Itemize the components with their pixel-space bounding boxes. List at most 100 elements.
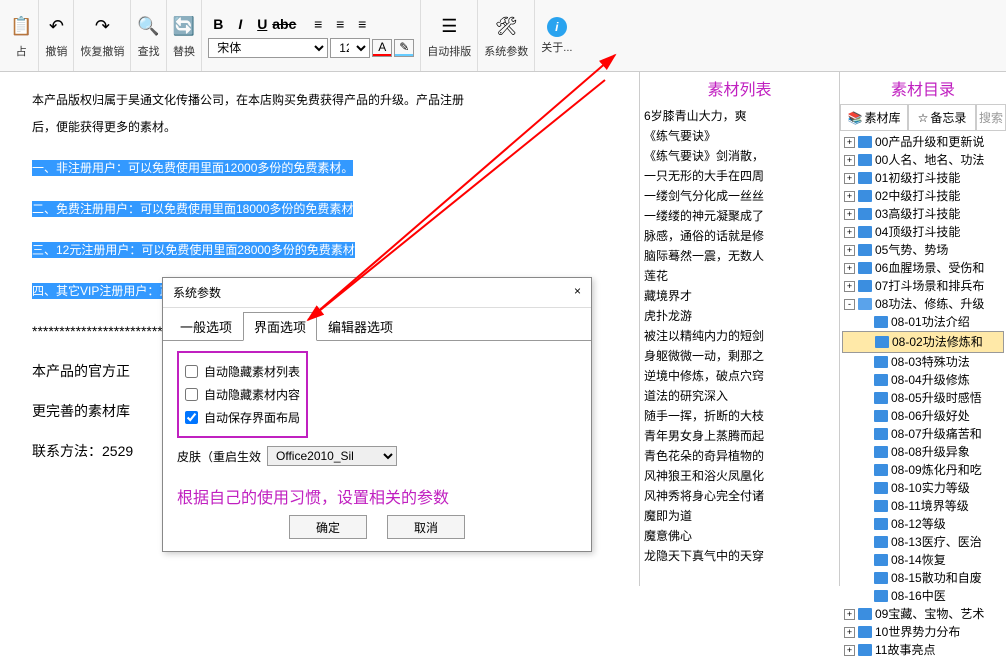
list-item[interactable]: 随手一挥，折断的大枝	[644, 406, 835, 426]
tab-ui[interactable]: 界面选项	[243, 312, 317, 341]
tree-label: 02中级打斗技能	[875, 187, 960, 205]
list-item[interactable]: 身躯微微一动，剩那之	[644, 346, 835, 366]
list-item[interactable]: 莲花	[644, 266, 835, 286]
list-item[interactable]: 青色花朵的奇异植物的	[644, 446, 835, 466]
list-item[interactable]: 一缕缕的神元凝聚成了	[644, 206, 835, 226]
folder-icon	[874, 428, 888, 440]
font-select[interactable]: 宋体	[208, 38, 328, 58]
tree-item[interactable]: 08-05升级时感悟	[842, 389, 1004, 407]
tab-library[interactable]: 📚素材库	[840, 104, 908, 131]
highlight-color-button[interactable]: ✎	[394, 39, 414, 57]
folder-icon	[874, 446, 888, 458]
ok-button[interactable]: 确定	[289, 515, 367, 539]
tree-item[interactable]: 08-02功法修炼和	[842, 331, 1004, 353]
tree-label: 08-16中医	[891, 587, 946, 605]
list-item[interactable]: 虎扑龙游	[644, 306, 835, 326]
list-item[interactable]: 魔意佛心	[644, 526, 835, 546]
tree-item[interactable]: +07打斗场景和排兵布	[842, 277, 1004, 295]
skin-select[interactable]: Office2010_Sil	[267, 446, 397, 466]
folder-icon	[874, 316, 888, 328]
tree-item[interactable]: 08-01功法介绍	[842, 313, 1004, 331]
tree-item[interactable]: +06血腥场景、受伤和	[842, 259, 1004, 277]
material-tree-pane: 素材目录 📚素材库 ☆备忘录 搜索 +00产品升级和更新说+00人名、地名、功法…	[840, 72, 1006, 586]
tree-item[interactable]: +11故事亮点	[842, 641, 1004, 659]
tree-item[interactable]: 08-11境界等级	[842, 497, 1004, 515]
font-color-button[interactable]: A	[372, 39, 392, 57]
folder-icon	[874, 518, 888, 530]
list-item[interactable]: 被注以精纯内力的短剑	[644, 326, 835, 346]
tab-general[interactable]: 一般选项	[169, 312, 243, 341]
about-button[interactable]: i 关于...	[535, 0, 578, 71]
tree-item[interactable]: +05气势、势场	[842, 241, 1004, 259]
strike-button[interactable]: abc	[274, 14, 294, 34]
italic-button[interactable]: I	[230, 14, 250, 34]
list-item[interactable]: 脉感，通俗的话就是修	[644, 226, 835, 246]
chk-hide-list[interactable]	[185, 365, 198, 378]
tree-item[interactable]: 08-15散功和自废	[842, 569, 1004, 587]
replace-icon: 🔄	[173, 13, 195, 41]
tree-item[interactable]: +10世界势力分布	[842, 623, 1004, 641]
tree-item[interactable]: 08-14恢复	[842, 551, 1004, 569]
tree-item[interactable]: -08功法、修练、升级	[842, 295, 1004, 313]
chk-save-layout[interactable]	[185, 411, 198, 424]
tree-item[interactable]: 08-03特殊功法	[842, 353, 1004, 371]
close-icon[interactable]: ×	[574, 284, 581, 301]
tree-item[interactable]: 08-12等级	[842, 515, 1004, 533]
list-item[interactable]: 龙隐天下真气中的天穿	[644, 546, 835, 566]
sysparam-button[interactable]: 🛠 系统参数	[478, 0, 535, 71]
tree-body[interactable]: +00产品升级和更新说+00人名、地名、功法+01初级打斗技能+02中级打斗技能…	[840, 131, 1006, 661]
list-item[interactable]: 逆境中修炼，破点穴窍	[644, 366, 835, 386]
tree-item[interactable]: +03高级打斗技能	[842, 205, 1004, 223]
cancel-button[interactable]: 取消	[387, 515, 465, 539]
tree-item[interactable]: +01初级打斗技能	[842, 169, 1004, 187]
list-item[interactable]: 道法的研究深入	[644, 386, 835, 406]
material-list-pane: 素材列表 6岁膝青山大力，爽《练气要诀》《练气要诀》剑消散，一只无形的大手在四周…	[640, 72, 840, 586]
tree-item[interactable]: +04顶级打斗技能	[842, 223, 1004, 241]
search-tab[interactable]: 搜索	[976, 104, 1006, 131]
align-left-button[interactable]: ≡	[308, 14, 328, 34]
folder-icon	[858, 626, 872, 638]
align-right-button[interactable]: ≡	[352, 14, 372, 34]
list-item[interactable]: 青年男女身上蒸腾而起	[644, 426, 835, 446]
tree-item[interactable]: +00产品升级和更新说	[842, 133, 1004, 151]
size-select[interactable]: 12	[330, 38, 370, 58]
list-item[interactable]: 藏境界才	[644, 286, 835, 306]
tree-item[interactable]: 08-13医疗、医治	[842, 533, 1004, 551]
tree-item[interactable]: +09宝藏、宝物、艺术	[842, 605, 1004, 623]
list-item[interactable]: 风神秀将身心完全付诸	[644, 486, 835, 506]
list-item[interactable]: 魔即为道	[644, 506, 835, 526]
tab-editor[interactable]: 编辑器选项	[317, 312, 404, 341]
tree-label: 08-13医疗、医治	[891, 533, 982, 551]
underline-button[interactable]: U	[252, 14, 272, 34]
tree-item[interactable]: 08-06升级好处	[842, 407, 1004, 425]
tree-item[interactable]: +00人名、地名、功法	[842, 151, 1004, 169]
list-item[interactable]: 脑际蓦然一震，无数人	[644, 246, 835, 266]
tree-item[interactable]: 08-08升级异象	[842, 443, 1004, 461]
list-item[interactable]: 《练气要诀》	[644, 126, 835, 146]
undo-button[interactable]: ↶ 撤销	[39, 0, 74, 71]
tree-item[interactable]: +02中级打斗技能	[842, 187, 1004, 205]
material-list-body[interactable]: 6岁膝青山大力，爽《练气要诀》《练气要诀》剑消散，一只无形的大手在四周一缕剑气分…	[640, 104, 839, 568]
dialog-titlebar[interactable]: 系统参数 ×	[163, 278, 591, 308]
tab-memo[interactable]: ☆备忘录	[908, 104, 976, 131]
list-item[interactable]: 一缕剑气分化成一丝丝	[644, 186, 835, 206]
replace-button[interactable]: 🔄 替换	[167, 0, 202, 71]
tree-item[interactable]: 08-16中医	[842, 587, 1004, 605]
main-toolbar: 📋 占 ↶ 撤销 ↷ 恢复撤销 🔍 查找 🔄 替换 B I U abc ≡ ≡ …	[0, 0, 1006, 72]
list-item[interactable]: 风神狼王和浴火凤凰化	[644, 466, 835, 486]
autolayout-button[interactable]: ☰ 自动排版	[421, 0, 478, 71]
tree-item[interactable]: 08-04升级修炼	[842, 371, 1004, 389]
tree-item[interactable]: 08-10实力等级	[842, 479, 1004, 497]
tree-item[interactable]: 08-07升级痛苦和	[842, 425, 1004, 443]
bold-button[interactable]: B	[208, 14, 228, 34]
list-item[interactable]: 一只无形的大手在四周	[644, 166, 835, 186]
list-item[interactable]: 6岁膝青山大力，爽	[644, 106, 835, 126]
list-item[interactable]: 《练气要诀》剑消散，	[644, 146, 835, 166]
tree-label: 08-14恢复	[891, 551, 946, 569]
align-center-button[interactable]: ≡	[330, 14, 350, 34]
redo-button[interactable]: ↷ 恢复撤销	[74, 0, 131, 71]
paste-button[interactable]: 📋 占	[4, 0, 39, 71]
tree-item[interactable]: 08-09炼化丹和吃	[842, 461, 1004, 479]
find-button[interactable]: 🔍 查找	[131, 0, 166, 71]
chk-hide-content[interactable]	[185, 388, 198, 401]
